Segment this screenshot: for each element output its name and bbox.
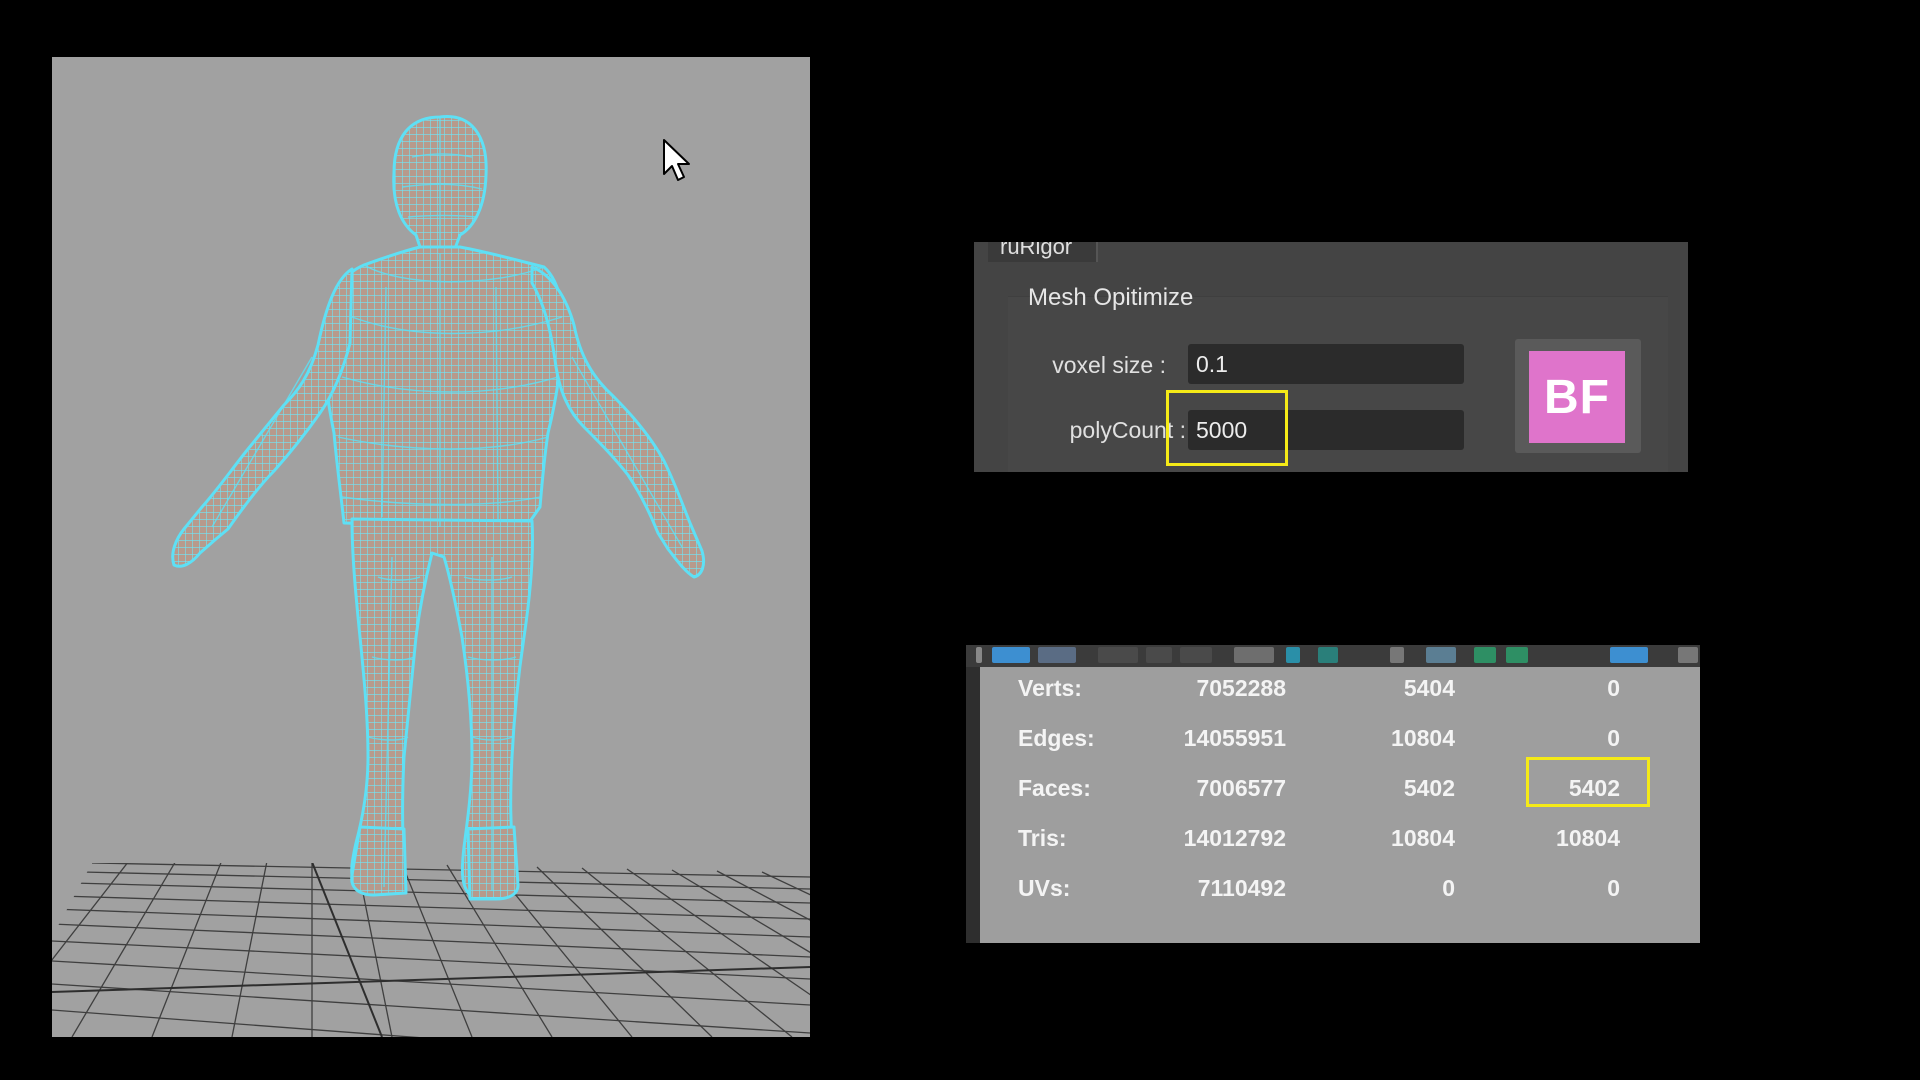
stat-label: Tris: xyxy=(1018,825,1067,851)
stat-value: 7052288 xyxy=(1196,675,1286,701)
stat-label: UVs: xyxy=(1018,875,1071,901)
faces-selected-highlight xyxy=(1526,757,1650,807)
stat-value: 0 xyxy=(1442,875,1455,901)
stat-value: 0 xyxy=(1607,675,1620,701)
stats-scrollbar[interactable] xyxy=(966,667,980,943)
toolbar-handle-icon xyxy=(976,647,982,663)
mouse-pointer-icon xyxy=(663,139,690,181)
poly-count-stats-panel: Verts: 7052288 5404 0 Edges: 14055951 10804 0 Fa… xyxy=(966,645,1700,943)
stat-value: 5402 xyxy=(1403,775,1455,801)
ground-grid xyxy=(52,863,810,1037)
toolbar-bookmark-icon[interactable] xyxy=(1390,647,1404,663)
stat-value: 14012792 xyxy=(1183,825,1286,851)
stat-value: 7110492 xyxy=(1197,875,1286,901)
toolbar-grid-icon[interactable] xyxy=(1098,647,1138,663)
bf-button-frame: BF xyxy=(1515,339,1641,453)
stat-value: 14055951 xyxy=(1183,725,1286,751)
mesh-optimize-panel: ruRigor Mesh Opitimize voxel size : poly… xyxy=(974,242,1688,472)
toolbar-icons xyxy=(966,645,1700,667)
stat-value: 0 xyxy=(1607,725,1620,751)
stat-label: Verts: xyxy=(1018,675,1082,701)
bf-button[interactable]: BF xyxy=(1529,351,1625,443)
voxel-size-input[interactable] xyxy=(1188,344,1464,384)
stat-value: 10804 xyxy=(1391,825,1455,851)
toolbar-sphere-icon[interactable] xyxy=(1146,647,1172,663)
toolbar-isolate-icon[interactable] xyxy=(1286,647,1300,663)
toolbar-camera-icon[interactable] xyxy=(992,647,1030,663)
tab-rurigor[interactable]: ruRigor xyxy=(988,242,1098,262)
maya-viewport[interactable] xyxy=(52,57,810,1037)
toolbar-layout-icon[interactable] xyxy=(1678,647,1698,663)
voxel-size-label: voxel size : xyxy=(1052,352,1166,378)
polycount-highlight xyxy=(1166,390,1288,466)
character-wireframe-mesh[interactable] xyxy=(171,115,706,901)
toolbar-zoom-icon[interactable] xyxy=(1474,647,1496,663)
toolbar-xray-icon[interactable] xyxy=(1426,647,1456,663)
toolbar-box-icon[interactable] xyxy=(1180,647,1212,663)
stat-value: 5404 xyxy=(1403,675,1455,701)
toolbar-shade-icon[interactable] xyxy=(1234,647,1274,663)
toolbar-hud-icon[interactable] xyxy=(1610,647,1648,663)
viewport-scene xyxy=(52,115,810,1037)
toolbar-pen-icon[interactable] xyxy=(1506,647,1528,663)
toolbar-gear-icon[interactable] xyxy=(1318,647,1338,663)
stat-value: 0 xyxy=(1607,875,1620,901)
section-title: Mesh Opitimize xyxy=(1028,284,1194,311)
toolbar-film-icon[interactable] xyxy=(1038,647,1076,663)
stat-value: 10804 xyxy=(1556,825,1620,851)
stat-value: 7006577 xyxy=(1196,775,1286,801)
stat-label: Edges: xyxy=(1018,725,1095,751)
polycount-label: polyCount : xyxy=(1069,417,1186,443)
stat-value: 10804 xyxy=(1391,725,1455,751)
stat-label: Faces: xyxy=(1018,775,1091,801)
